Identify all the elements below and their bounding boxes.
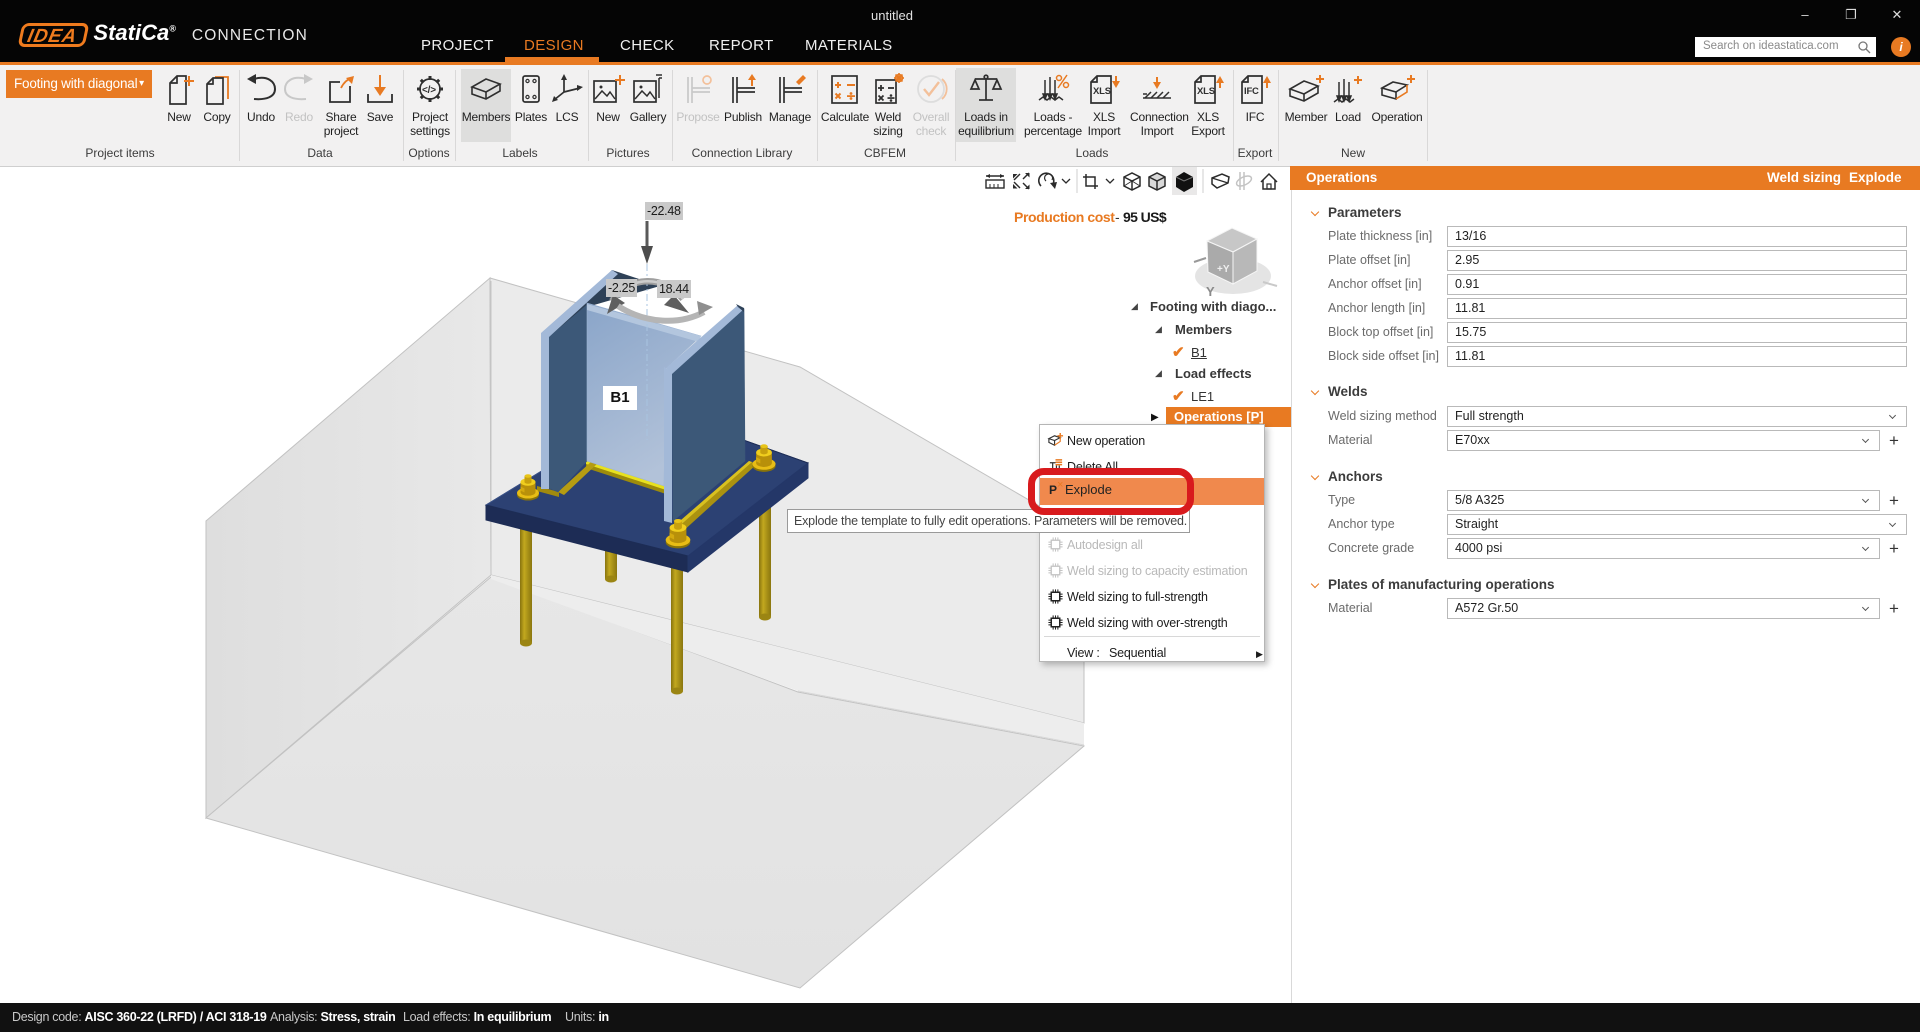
svg-text:XLS: XLS	[1093, 86, 1111, 97]
svg-text:+Y: +Y	[1217, 264, 1230, 275]
svg-text:</>: </>	[422, 85, 436, 96]
svg-text:IFC: IFC	[1244, 86, 1259, 97]
svg-text:XLS: XLS	[1197, 86, 1215, 97]
svg-text:Y: Y	[1206, 284, 1215, 299]
svg-text:-Z: -Z	[1243, 225, 1251, 234]
